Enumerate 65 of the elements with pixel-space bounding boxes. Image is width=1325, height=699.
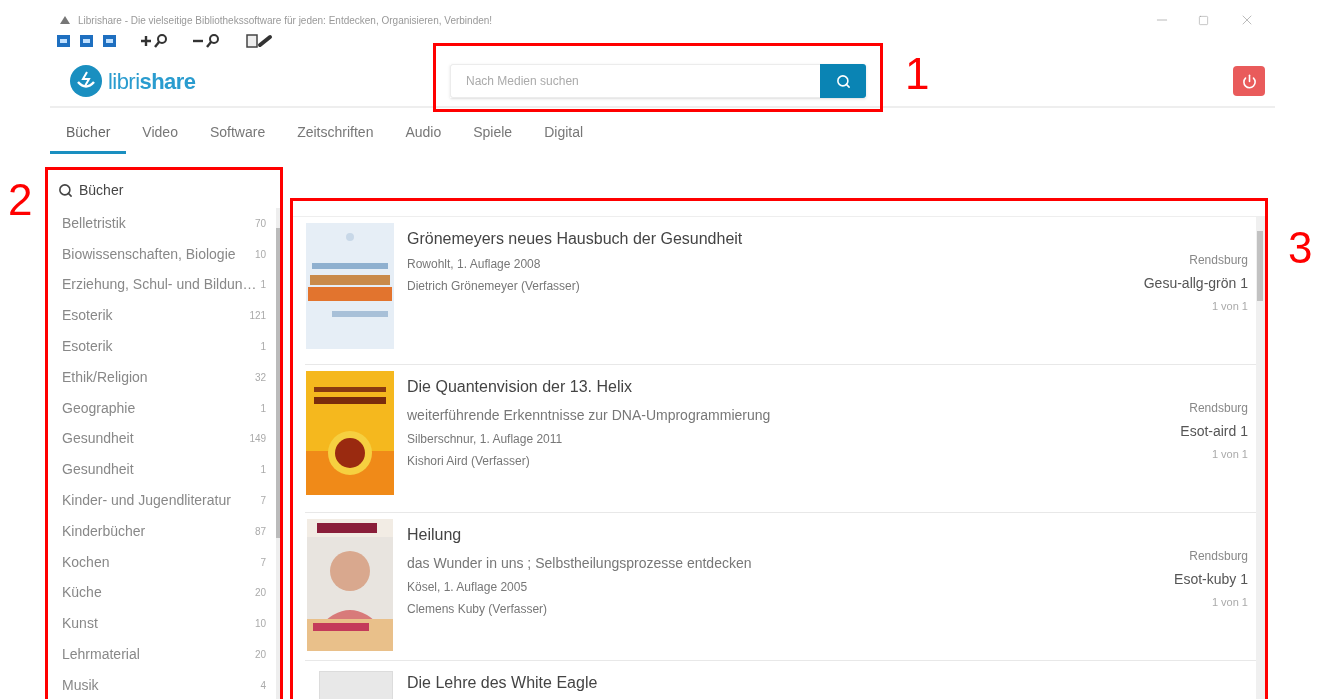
sidebar-title: Bücher — [79, 180, 124, 200]
shelf-mark: Esot-aird 1 — [1180, 421, 1248, 441]
search-field[interactable]: Nach Medien suchen — [450, 64, 820, 98]
power-icon — [1241, 73, 1257, 89]
callout-number: 3 — [1288, 226, 1313, 270]
category-item[interactable]: Gesundheit 149 — [50, 423, 271, 455]
category-item[interactable]: Lehrmaterial 20 — [50, 639, 271, 670]
search-icon — [58, 182, 73, 198]
category-item[interactable]: Kinderbücher 87 — [50, 515, 271, 547]
availability-text: 1 von 1 — [1211, 446, 1248, 462]
book-title[interactable]: Heilung — [407, 523, 1175, 547]
power-button[interactable] — [1233, 66, 1265, 96]
zoom-in-icon[interactable] — [140, 34, 170, 48]
book-detail: Silberschnur, 1. Auflage 2011 — [407, 431, 564, 448]
category-item[interactable]: Kochen 7 — [50, 546, 271, 578]
book-title[interactable]: Grönemeyers neues Hausbuch der Gesundheit — [407, 227, 1144, 251]
category-item[interactable]: Erziehung, Schul- und Bildun… 1 — [50, 269, 271, 301]
shelf-mark: Esot-kuby 1 — [1174, 569, 1248, 589]
toolbar-icon[interactable] — [80, 35, 93, 47]
tab[interactable]: Spiele — [457, 114, 529, 154]
category-item[interactable]: Belletristik 70 — [50, 208, 271, 239]
category-item[interactable]: Geographie 1 — [50, 392, 271, 424]
book-detail: das Wunder in uns ; Selbstheilungsprozesse entdecken — [407, 554, 753, 573]
toolbar-icon[interactable] — [57, 35, 70, 47]
callout-number: 2 — [8, 178, 33, 222]
tab[interactable]: Zeitschriften — [281, 114, 390, 154]
location-text: Rendsburg — [1189, 399, 1248, 417]
book-detail: Clemens Kuby (Verfasser) — [407, 601, 549, 618]
book-detail: Dietrich Grönemeyer (Verfasser) — [407, 278, 581, 295]
scrollbar[interactable] — [276, 208, 280, 699]
book-detail: Rowohlt, 1. Auflage 2008 — [407, 256, 542, 273]
category-item[interactable]: Esoterik 1 — [50, 331, 271, 362]
category-item[interactable]: Esoterik 121 — [50, 300, 271, 332]
tab[interactable]: Bücher — [50, 114, 127, 154]
availability-text: 1 von 1 — [1211, 594, 1248, 610]
tab[interactable]: Software — [193, 114, 282, 154]
category-item[interactable]: Kinder- und Jugendliteratur 7 — [50, 485, 271, 516]
category-item[interactable]: Musik 4 — [50, 669, 271, 699]
shelf-mark: Gesu-allg-grön 1 — [1143, 273, 1248, 293]
book-title[interactable]: Die Lehre des White Eagle — [407, 671, 1248, 695]
tab[interactable]: Video — [126, 114, 194, 154]
scrollbar[interactable] — [1256, 217, 1264, 699]
category-item[interactable]: Gesundheit 1 — [50, 454, 271, 486]
location-text: Rendsburg — [1189, 251, 1248, 269]
search-button[interactable] — [820, 64, 866, 98]
window-title: Librishare - Die vielseitige Bibliothekssoftware für jeden: Entdecken, Organisieren, Verbinden! — [78, 13, 493, 28]
book-detail: Kösel, 1. Auflage 2005 — [407, 579, 529, 596]
category-item[interactable]: Biowissenschaften, Biologie 10 — [50, 238, 271, 270]
logo-icon — [70, 65, 102, 97]
logo-wordmark: librishare — [108, 67, 196, 96]
location-text: Rendsburg — [1189, 547, 1248, 565]
tab[interactable]: Digital — [528, 114, 600, 154]
tab[interactable]: Audio — [389, 114, 458, 154]
book-detail: Kishori Aird (Verfasser) — [407, 453, 531, 470]
app-icon — [60, 16, 70, 24]
category-item[interactable]: Küche 20 — [50, 577, 271, 609]
book-title[interactable]: Die Quantenvision der 13. Helix — [407, 375, 1181, 399]
zoom-out-icon[interactable] — [192, 34, 222, 48]
category-item[interactable]: Kunst 10 — [50, 608, 271, 640]
category-item[interactable]: Ethik/Religion 32 — [50, 362, 271, 393]
search-icon — [835, 73, 851, 89]
callout-number: 1 — [905, 52, 930, 96]
book-detail: weiterführende Erkenntnisse zur DNA-Umprogrammierung — [407, 406, 772, 425]
availability-text: 1 von 1 — [1211, 298, 1248, 314]
toolbar-icon[interactable] — [103, 35, 116, 47]
